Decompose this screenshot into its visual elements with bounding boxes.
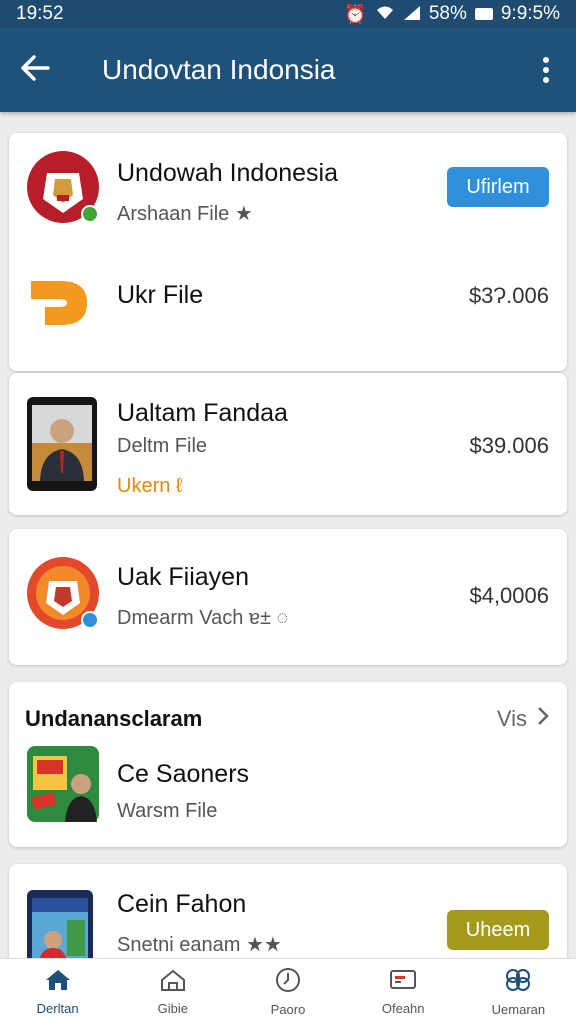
flower-icon [504,967,532,998]
view-all-label: Vis [496,706,527,731]
back-arrow-icon[interactable] [20,51,60,90]
wifi-icon [375,5,395,24]
list-card: Ualtam Fandaa Deltm File Ukern ℓ $39.006 [9,373,567,515]
list-card: Undowah Indonesia Arshaan File ★ Ufirlem… [9,133,567,371]
alarm-icon: ⏰ [344,4,367,24]
app-thumbnail [27,746,99,822]
chevron-right-icon [537,706,549,732]
nav-item-gibie[interactable]: Gibie [115,959,230,1024]
clock-icon [275,967,301,998]
item-subtitle: Arshaan File ★ [117,203,253,225]
app-logo [27,557,99,629]
update-button[interactable]: Uheem [447,910,549,950]
update-button-label: Ufirlem [466,175,530,198]
item-name: Cein Fahon [117,890,247,918]
item-name: Uak Fiiayen [117,563,249,591]
item-subtitle: Dmearm Vach ɐ± ◌ [117,607,289,629]
nav-label: Gibie [157,1000,188,1016]
list-item[interactable]: Ualtam Fandaa Deltm File Ukern ℓ $39.006 [9,373,567,515]
item-price: $39.006 [469,433,549,458]
list-item[interactable]: Undowah Indonesia Arshaan File ★ Ufirlem [9,133,567,248]
nav-item-uemaran[interactable]: Uemaran [461,959,576,1024]
page-title: Undovtan Indonsia [102,54,336,85]
more-vert-icon[interactable] [536,57,556,83]
status-bar: 19:52 ⏰ 58% 9:9:5% [0,0,576,28]
battery-icon [474,8,493,20]
nav-item-ofeahn[interactable]: Ofeahn [346,959,461,1024]
card-icon [389,968,417,997]
item-price: $3Ɂ.006 [468,283,549,308]
item-name: Ualtam Fandaa [117,399,288,427]
app-bar: Undovtan Indonsia [0,28,576,112]
list-item[interactable]: Uak Fiiayen Dmearm Vach ɐ± ◌ $4,0006 [9,529,567,665]
bottom-nav: Derltan Gibie Paoro Ofeahn Uemaran [0,958,576,1024]
nav-item-home[interactable]: Derltan [0,959,115,1024]
section-title: Undanansclaram [25,706,203,731]
list-item[interactable]: Ce Saoners Warsm File [9,744,567,844]
item-name: Undowah Indonesia [117,159,338,187]
item-price: $4,0006 [469,583,549,608]
nav-label: Paoro [270,1001,306,1017]
view-all-link[interactable]: Vis [497,706,549,732]
verified-badge-icon [81,205,99,223]
phone-portrait-icon [27,397,97,491]
status-clock-right: 9:9:5% [500,3,560,24]
orange-d-logo-icon [27,265,97,335]
nav-label: Ofeahn [381,1000,425,1016]
list-item[interactable]: Ukr File $3Ɂ.006 [9,251,567,371]
campaign-poster-icon [27,746,99,822]
nav-label: Uemaran [491,1001,546,1017]
list-card: Uak Fiiayen Dmearm Vach ɐ± ◌ $4,0006 [9,529,567,665]
section-card: Undanansclaram Vis Ce Saoners Warsm File [9,682,567,847]
status-icons: ⏰ 58% 9:9:5% [344,3,560,25]
verified-badge-icon [81,611,99,629]
item-name: Ukr File [117,281,204,309]
app-logo [27,151,99,223]
home-icon [44,968,72,997]
signal-icon [403,5,421,24]
update-button-label: Uheem [465,918,531,941]
app-logo [27,265,97,335]
nav-label: Derltan [36,1000,79,1016]
item-subtitle: Snetni eanam ★★ [117,934,282,956]
item-subtitle: Warsm File [117,800,218,822]
update-button[interactable]: Ufirlem [447,167,549,207]
battery-percent: 58% [428,3,467,24]
nav-item-paoro[interactable]: Paoro [230,959,345,1024]
item-name: Ce Saoners [117,760,250,788]
app-thumbnail [27,397,97,491]
status-time: 19:52 [16,3,64,24]
house-outline-icon [159,968,187,997]
item-tag: Ukern ℓ [117,475,183,497]
item-subtitle: Deltm File [117,435,208,457]
